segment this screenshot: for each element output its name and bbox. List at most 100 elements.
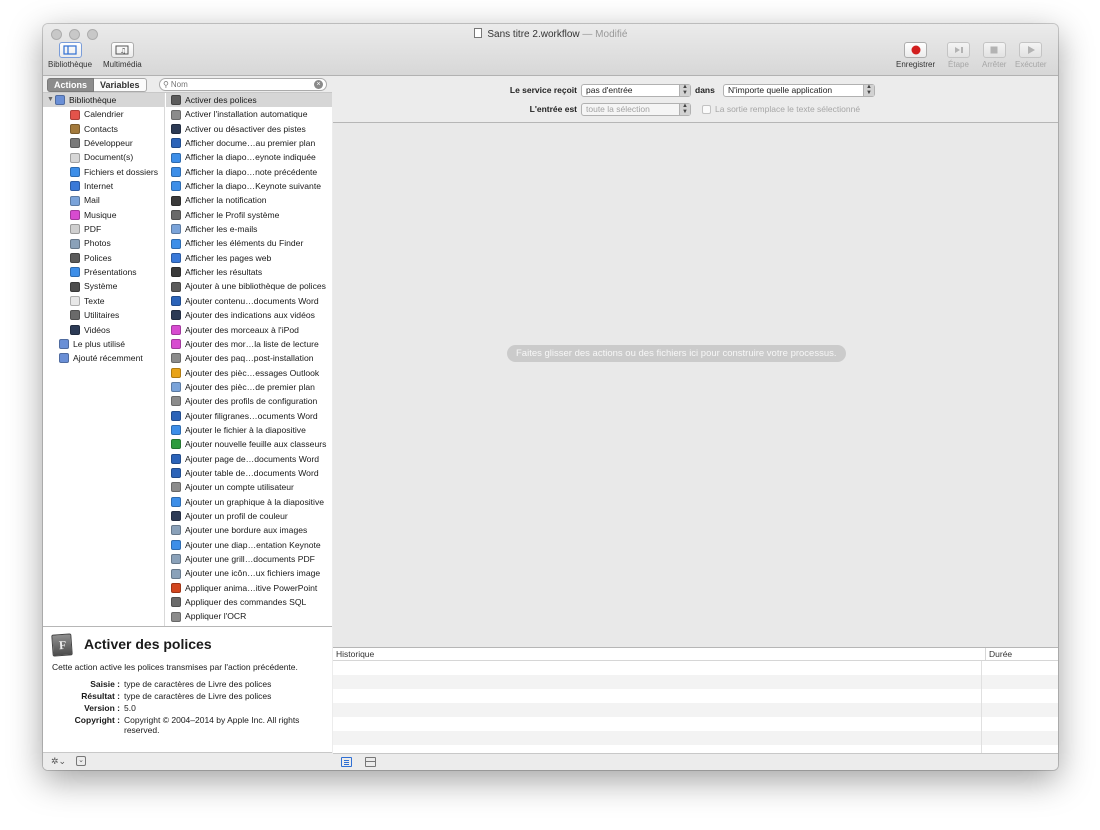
- list-item[interactable]: Afficher les e-mails: [166, 222, 332, 236]
- sidebar-item[interactable]: Contacts: [43, 122, 164, 136]
- sidebar-item[interactable]: Présentations: [43, 265, 164, 279]
- sidebar-item[interactable]: Fichiers et dossiers: [43, 165, 164, 179]
- application-select[interactable]: N'importe quelle application ▲ ▼: [723, 84, 875, 97]
- action-label: Activer des polices: [185, 95, 257, 105]
- list-item[interactable]: Ajouter des morceaux à l'iPod: [166, 323, 332, 337]
- list-item[interactable]: Ajouter le fichier à la diapositive: [166, 423, 332, 437]
- sidebar-item[interactable]: Vidéos: [43, 323, 164, 337]
- sidebar-item[interactable]: Internet: [43, 179, 164, 193]
- detail-row: Saisie : type de caractères de Livre des …: [52, 678, 322, 690]
- action-label: Ajouter à une bibliothèque de polices: [185, 281, 326, 292]
- disclosure-triangle-icon[interactable]: ▼: [47, 93, 55, 107]
- list-item[interactable]: Activer des polices: [166, 93, 332, 108]
- sidebar-item[interactable]: Système: [43, 279, 164, 293]
- list-item[interactable]: Afficher la diapo…note précédente: [166, 165, 332, 179]
- detail-value: type de caractères de Livre des polices: [124, 679, 272, 689]
- sidebar-item[interactable]: Mail: [43, 193, 164, 207]
- list-item[interactable]: Appliquer des commandes SQL: [166, 595, 332, 609]
- list-item[interactable]: Afficher les résultats: [166, 265, 332, 279]
- sidebar-item[interactable]: Musique: [43, 208, 164, 222]
- sidebar-item[interactable]: Photos: [43, 236, 164, 250]
- replace-text-label: La sortie remplace le texte sélectionné: [715, 104, 861, 114]
- sidebar-item-label: Bibliothèque: [69, 95, 117, 105]
- list-item[interactable]: Ajouter des pièc…essages Outlook: [166, 366, 332, 380]
- workflow-footer: [333, 753, 1058, 770]
- sidebar-item[interactable]: Le plus utilisé: [43, 337, 164, 351]
- list-item[interactable]: Afficher le Profil système: [166, 208, 332, 222]
- sidebar-item[interactable]: Texte: [43, 294, 164, 308]
- tab-actions[interactable]: Actions: [47, 78, 95, 92]
- toggle-description-icon[interactable]: ⌄: [76, 756, 86, 766]
- list-item[interactable]: Afficher les pages web: [166, 251, 332, 265]
- window-title: Sans titre 2.workflow — Modifié: [43, 28, 1058, 40]
- pdf-icon: [70, 224, 80, 235]
- list-item[interactable]: Ajouter un profil de couleur: [166, 509, 332, 523]
- application-value: N'importe quelle application: [728, 85, 833, 95]
- clear-search-icon[interactable]: ×: [314, 80, 323, 89]
- sidebar-item[interactable]: Document(s): [43, 150, 164, 164]
- list-item[interactable]: Ajouter une bordure aux images: [166, 523, 332, 537]
- list-item[interactable]: Ajouter des mor…la liste de lecture: [166, 337, 332, 351]
- duration-column-header[interactable]: Durée: [985, 648, 1012, 661]
- list-item[interactable]: Ajouter un compte utilisateur: [166, 480, 332, 494]
- list-item[interactable]: Activer l'installation automatique: [166, 107, 332, 121]
- sidebar-item[interactable]: Développeur: [43, 136, 164, 150]
- list-item[interactable]: Ajouter table de…documents Word: [166, 466, 332, 480]
- list-item[interactable]: Ajouter nouvelle feuille aux classeurs: [166, 437, 332, 451]
- list-item[interactable]: Afficher la notification: [166, 193, 332, 207]
- gear-menu-icon[interactable]: ✲⌄: [51, 756, 66, 767]
- tab-variables[interactable]: Variables: [94, 78, 147, 92]
- record-button[interactable]: Enregistrer: [896, 42, 935, 69]
- list-item[interactable]: Afficher la diapo…eynote indiquée: [166, 150, 332, 164]
- list-item[interactable]: Ajouter page de…documents Word: [166, 452, 332, 466]
- list-item[interactable]: Ajouter une icôn…ux fichiers image: [166, 566, 332, 580]
- action-label: Appliquer des commandes SQL: [185, 597, 307, 608]
- description-title: Activer des polices: [84, 636, 212, 652]
- list-item[interactable]: Ajouter des pièc…de premier plan: [166, 380, 332, 394]
- list-item[interactable]: Afficher la diapo…Keynote suivante: [166, 179, 332, 193]
- list-item[interactable]: Ajouter des profils de configuration: [166, 394, 332, 408]
- list-item[interactable]: Ajouter un graphique à la diapositive: [166, 495, 332, 509]
- detail-key: Saisie :: [90, 679, 120, 689]
- library-button[interactable]: Bibliothèque: [48, 42, 92, 69]
- stepper-arrows-icon: ▲ ▼: [679, 103, 690, 115]
- stepper-arrows-icon: ▲ ▼: [863, 84, 874, 96]
- split-view-icon[interactable]: [365, 757, 376, 767]
- list-item[interactable]: Ajouter des paq…post-installation: [166, 351, 332, 365]
- mail-icon: [70, 195, 80, 206]
- workflow-area[interactable]: Faites glisser des actions ou des fichie…: [333, 123, 1058, 647]
- list-item[interactable]: Ajouter une diap…entation Keynote: [166, 538, 332, 552]
- sidebar-item[interactable]: Utilitaires: [43, 308, 164, 322]
- sidebar-item[interactable]: ▼ Bibliothèque: [43, 93, 164, 108]
- list-item[interactable]: Ajouter une grill…documents PDF: [166, 552, 332, 566]
- mail-icon: [171, 382, 181, 393]
- list-item[interactable]: Ajouter à une bibliothèque de polices: [166, 279, 332, 293]
- step-button[interactable]: Étape: [947, 42, 970, 69]
- action-label: Activer l'installation automatique: [185, 109, 308, 120]
- list-view-icon[interactable]: [341, 757, 352, 767]
- service-receives-select[interactable]: pas d'entrée ▲ ▼: [581, 84, 691, 97]
- sidebar-item[interactable]: Ajouté récemment: [43, 351, 164, 365]
- sidebar-item[interactable]: Calendrier: [43, 107, 164, 121]
- list-item[interactable]: Afficher docume…au premier plan: [166, 136, 332, 150]
- list-item[interactable]: Appliquer anima…itive PowerPoint: [166, 581, 332, 595]
- sidebar-item[interactable]: Polices: [43, 251, 164, 265]
- sidebar-item[interactable]: PDF: [43, 222, 164, 236]
- list-item[interactable]: Ajouter filigranes…ocuments Word: [166, 409, 332, 423]
- preview-icon: [171, 568, 181, 579]
- run-button[interactable]: Exécuter: [1015, 42, 1047, 69]
- input-is-select[interactable]: toute la sélection ▲ ▼: [581, 103, 691, 116]
- list-item[interactable]: Ajouter des indications aux vidéos: [166, 308, 332, 322]
- list-item[interactable]: Activer ou désactiver des pistes: [166, 122, 332, 136]
- list-item[interactable]: Appliquer l'OCR: [166, 609, 332, 623]
- library-header: Actions Variables ⚲ ×: [43, 76, 332, 93]
- replace-text-checkbox[interactable]: La sortie remplace le texte sélectionné: [702, 104, 860, 114]
- list-item[interactable]: Afficher les éléments du Finder: [166, 236, 332, 250]
- history-column-header[interactable]: Historique: [336, 648, 374, 661]
- stop-button[interactable]: Arrêter: [982, 42, 1006, 69]
- list-item[interactable]: Ajouter contenu…documents Word: [166, 294, 332, 308]
- search-input[interactable]: [170, 80, 307, 89]
- action-label: Afficher les éléments du Finder: [185, 238, 304, 249]
- search-field[interactable]: ⚲ ×: [159, 78, 327, 91]
- media-button[interactable]: ♫ Multimédia: [103, 42, 142, 69]
